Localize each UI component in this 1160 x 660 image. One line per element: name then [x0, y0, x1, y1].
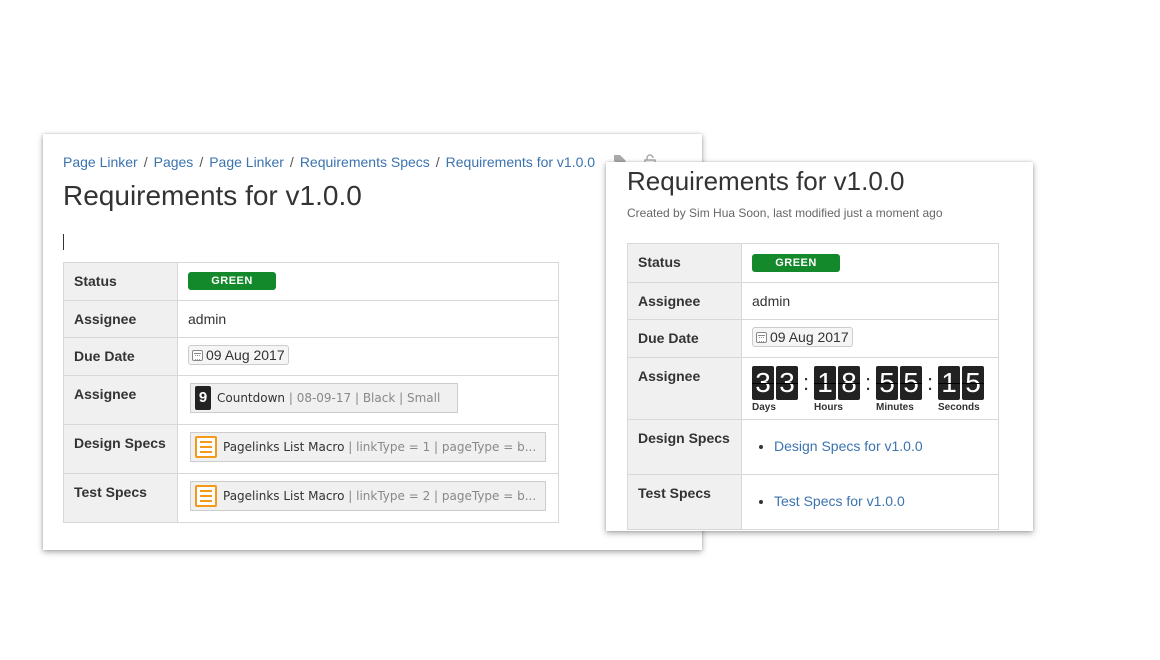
row-label[interactable]: Due Date	[63, 337, 178, 376]
row-label[interactable]: Test Specs	[63, 473, 178, 523]
countdown-digit: 3	[776, 366, 798, 400]
countdown-label: Minutes	[876, 402, 914, 413]
countdown-days: 33 Days	[752, 366, 798, 413]
text-cursor	[63, 234, 64, 250]
test-specs-link[interactable]: Test Specs for v1.0.0	[774, 493, 905, 509]
view-panel: Requirements for v1.0.0 Created by Sim H…	[606, 162, 1033, 531]
list-macro-icon	[195, 485, 217, 507]
design-specs-cell[interactable]: Pagelinks List Macro | linkType = 1 | pa…	[177, 424, 559, 474]
list-item: Test Specs for v1.0.0	[774, 493, 988, 509]
row-label: Test Specs	[627, 474, 742, 530]
editor-panel: Page Linker / Pages / Page Linker / Requiremen…	[43, 134, 702, 550]
page-byline: Created by Sim Hua Soon, last modified j…	[627, 206, 943, 220]
requirements-table: Status GREEN Assignee admin Due Date 09 …	[627, 243, 999, 530]
breadcrumb: Page Linker / Pages / Page Linker / Requiremen…	[63, 154, 595, 170]
requirements-table: Status GREEN Assignee admin Due Date 09 …	[63, 262, 559, 523]
breadcrumb-separator: /	[199, 154, 204, 170]
table-row: Status GREEN	[627, 243, 999, 283]
pagelinks-macro-placeholder[interactable]: Pagelinks List Macro | linkType = 2 | pa…	[190, 481, 546, 511]
countdown-separator: :	[864, 370, 872, 395]
countdown-separator: :	[926, 370, 934, 395]
countdown-timer: 33 Days : 18 Hours : 55 Minutes : 1 5 Se…	[752, 366, 988, 413]
countdown-seconds: 15 Seconds	[938, 366, 984, 413]
countdown-digit: 8	[838, 366, 860, 400]
date-lozenge[interactable]: 09 Aug 2017	[188, 345, 289, 365]
breadcrumb-item[interactable]: Page Linker	[63, 154, 138, 170]
table-row: Test Specs Pagelinks List Macro | linkTy…	[63, 473, 559, 523]
row-label[interactable]: Assignee	[63, 300, 178, 338]
countdown-separator: :	[802, 370, 810, 395]
breadcrumb-separator: /	[289, 154, 294, 170]
assignee-cell[interactable]: admin	[177, 300, 559, 338]
row-label: Due Date	[627, 319, 742, 358]
status-cell: GREEN	[741, 243, 999, 283]
countdown-cell[interactable]: 9 Countdown | 08-09-17 | Black | Small	[177, 375, 559, 425]
countdown-digit: 3	[752, 366, 774, 400]
table-row: Assignee 9 Countdown | 08-09-17 | Black …	[63, 375, 559, 425]
breadcrumb-item[interactable]: Requirements for v1.0.0	[446, 154, 595, 170]
countdown-hours: 18 Hours	[814, 366, 860, 413]
calendar-icon	[756, 331, 767, 343]
due-date-cell[interactable]: 09 Aug 2017	[177, 337, 559, 376]
row-label: Assignee	[627, 282, 742, 320]
breadcrumb-item[interactable]: Page Linker	[209, 154, 284, 170]
breadcrumb-item[interactable]: Requirements Specs	[300, 154, 430, 170]
design-specs-cell: Design Specs for v1.0.0	[741, 419, 999, 475]
date-lozenge: 09 Aug 2017	[752, 327, 853, 347]
table-row: Assignee 33 Days : 18 Hours : 55 Minutes…	[627, 357, 999, 420]
test-specs-cell: Test Specs for v1.0.0	[741, 474, 999, 530]
status-lozenge[interactable]: GREEN	[188, 272, 276, 290]
countdown-digit: 1	[938, 366, 960, 400]
pagelinks-macro-placeholder[interactable]: Pagelinks List Macro | linkType = 1 | pa…	[190, 432, 546, 462]
countdown-cell: 33 Days : 18 Hours : 55 Minutes : 1 5 Se…	[741, 357, 999, 420]
countdown-digit: 1	[814, 366, 836, 400]
countdown-digit: 5	[962, 366, 984, 400]
countdown-minutes: 55 Minutes	[876, 366, 922, 413]
table-row: Design Specs Pagelinks List Macro | link…	[63, 424, 559, 474]
table-row: Due Date 09 Aug 2017	[627, 319, 999, 358]
table-row: Status GREEN	[63, 262, 559, 301]
breadcrumb-item[interactable]: Pages	[154, 154, 194, 170]
countdown-macro-placeholder[interactable]: 9 Countdown | 08-09-17 | Black | Small	[190, 383, 458, 413]
page-link-list: Test Specs for v1.0.0	[752, 493, 988, 509]
design-specs-link[interactable]: Design Specs for v1.0.0	[774, 438, 923, 454]
test-specs-cell[interactable]: Pagelinks List Macro | linkType = 2 | pa…	[177, 473, 559, 523]
page-title[interactable]: Requirements for v1.0.0	[63, 180, 362, 212]
table-row: Test Specs Test Specs for v1.0.0	[627, 474, 999, 530]
breadcrumb-separator: /	[435, 154, 440, 170]
countdown-digit: 5	[900, 366, 922, 400]
row-label: Status	[627, 243, 742, 283]
breadcrumb-separator: /	[143, 154, 148, 170]
row-label[interactable]: Assignee	[63, 375, 178, 425]
row-label[interactable]: Design Specs	[63, 424, 178, 474]
calendar-icon	[192, 349, 203, 361]
table-row: Design Specs Design Specs for v1.0.0	[627, 419, 999, 475]
countdown-icon: 9	[195, 386, 211, 410]
table-row: Assignee admin	[63, 300, 559, 338]
table-row: Due Date 09 Aug 2017	[63, 337, 559, 376]
row-label[interactable]: Status	[63, 262, 178, 301]
list-macro-icon	[195, 436, 217, 458]
page-title: Requirements for v1.0.0	[627, 166, 905, 196]
status-lozenge: GREEN	[752, 254, 840, 272]
due-date-cell: 09 Aug 2017	[741, 319, 999, 358]
page-link-list: Design Specs for v1.0.0	[752, 438, 988, 454]
countdown-digit: 5	[876, 366, 898, 400]
countdown-label: Hours	[814, 402, 843, 413]
list-item: Design Specs for v1.0.0	[774, 438, 988, 454]
status-cell[interactable]: GREEN	[177, 262, 559, 301]
countdown-label: Seconds	[938, 402, 980, 413]
row-label: Assignee	[627, 357, 742, 420]
assignee-cell: admin	[741, 282, 999, 320]
row-label: Design Specs	[627, 419, 742, 475]
table-row: Assignee admin	[627, 282, 999, 320]
countdown-label: Days	[752, 402, 776, 413]
